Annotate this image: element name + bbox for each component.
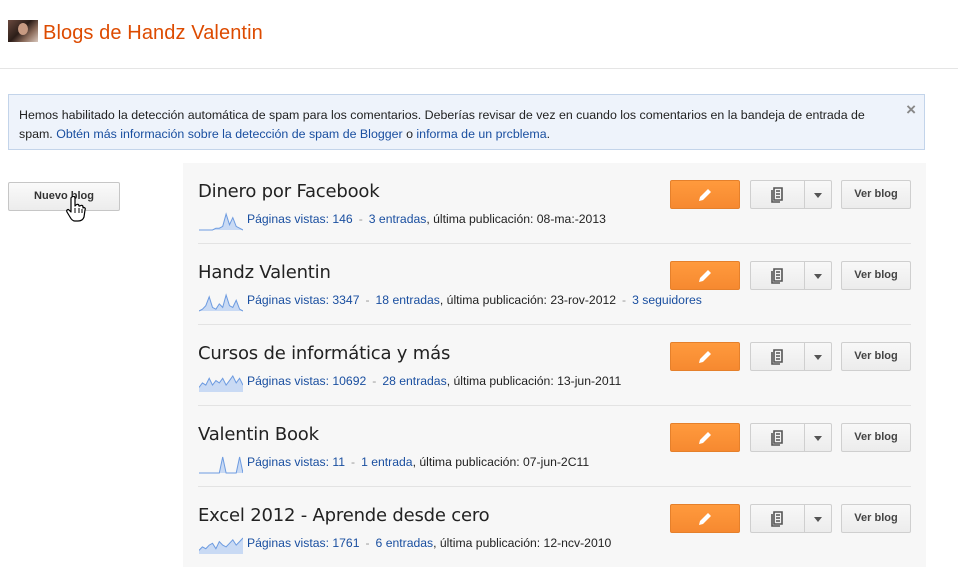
blog-title[interactable]: Excel 2012 - Aprende desde cero xyxy=(198,505,490,526)
posts-list-button[interactable] xyxy=(750,423,805,452)
blog-list: Dinero por Facebook Páginas vistas: 146-… xyxy=(183,163,926,567)
separator: - xyxy=(622,293,627,307)
sparkline-area xyxy=(199,295,243,311)
more-options-dropdown[interactable] xyxy=(804,504,832,533)
followers-link[interactable]: 3 seguidores xyxy=(632,293,702,307)
page-title[interactable]: Blogs de Handz Valentin xyxy=(43,22,263,45)
blog-stats: Páginas vistas: 3347-18 entradas, última… xyxy=(247,293,702,307)
page-header: Blogs de Handz Valentin xyxy=(0,0,958,69)
separator: - xyxy=(351,455,356,469)
sparkline-area xyxy=(199,538,243,554)
view-blog-button[interactable]: Ver blog xyxy=(841,504,911,533)
blog-stats: Páginas vistas: 146-3 entradas, última p… xyxy=(247,212,606,226)
view-blog-button[interactable]: Ver blog xyxy=(841,180,911,209)
spam-info-link[interactable]: Obtén más información sobre la detección… xyxy=(56,127,402,141)
blog-row: Dinero por Facebook Páginas vistas: 146-… xyxy=(198,163,911,244)
pageviews-sparkline xyxy=(199,212,243,231)
blog-row: Excel 2012 - Aprende desde cero Páginas … xyxy=(198,487,911,567)
pageviews-sparkline xyxy=(199,293,243,312)
posts-link[interactable]: 3 entradas xyxy=(369,212,427,226)
pencil-icon xyxy=(699,189,711,201)
pencil-icon xyxy=(699,351,711,363)
pencil-icon xyxy=(699,270,711,282)
pageviews-link[interactable]: Páginas vistas: 3347 xyxy=(247,293,359,307)
posts-list-button[interactable] xyxy=(750,261,805,290)
posts-link[interactable]: 18 entradas xyxy=(376,293,440,307)
spam-notice: Hemos habilitado la detección automática… xyxy=(8,94,925,150)
chevron-down-icon xyxy=(814,517,822,522)
chevron-down-icon xyxy=(814,355,822,360)
blog-title[interactable]: Valentin Book xyxy=(198,424,319,445)
posts-link[interactable]: 28 entradas xyxy=(382,374,446,388)
more-options-dropdown[interactable] xyxy=(804,261,832,290)
blog-title[interactable]: Dinero por Facebook xyxy=(198,181,380,202)
chevron-down-icon xyxy=(814,193,822,198)
chevron-down-icon xyxy=(814,436,822,441)
avatar[interactable] xyxy=(8,20,38,42)
blog-title[interactable]: Cursos de informática y más xyxy=(198,343,450,364)
notice-text-or: o xyxy=(402,127,417,141)
posts-list-button[interactable] xyxy=(750,180,805,209)
posts-list-button[interactable] xyxy=(750,342,805,371)
new-post-button[interactable] xyxy=(670,261,740,290)
more-options-dropdown[interactable] xyxy=(804,423,832,452)
more-options-dropdown[interactable] xyxy=(804,342,832,371)
new-post-button[interactable] xyxy=(670,180,740,209)
chevron-down-icon xyxy=(814,274,822,279)
pageviews-sparkline xyxy=(199,537,243,554)
separator: - xyxy=(372,374,377,388)
pageviews-link[interactable]: Páginas vistas: 146 xyxy=(247,212,353,226)
view-blog-button[interactable]: Ver blog xyxy=(841,342,911,371)
document-icon xyxy=(771,511,783,527)
separator: - xyxy=(358,212,363,226)
document-icon xyxy=(771,349,783,365)
blog-row: Handz Valentin Páginas vistas: 3347-18 e… xyxy=(198,244,911,325)
pageviews-link[interactable]: Páginas vistas: 10692 xyxy=(247,374,366,388)
new-blog-button[interactable]: Nuevo blog xyxy=(8,182,120,211)
last-post-text: , última publicación: 13-jun-2011 xyxy=(446,374,622,388)
last-post-text: , última publicación: 12-ncv-2010 xyxy=(433,536,612,550)
blog-title[interactable]: Handz Valentin xyxy=(198,262,331,283)
sparkline-area xyxy=(199,376,243,392)
blog-stats: Páginas vistas: 1761-6 entradas, última … xyxy=(247,536,611,550)
posts-link[interactable]: 1 entrada xyxy=(361,455,413,469)
last-post-text: , última publicación: 08-ma:-2013 xyxy=(426,212,606,226)
view-blog-button[interactable]: Ver blog xyxy=(841,261,911,290)
posts-link[interactable]: 6 entradas xyxy=(376,536,434,550)
new-post-button[interactable] xyxy=(670,504,740,533)
last-post-text: , última publicación: 07-jun-2C11 xyxy=(412,455,590,469)
document-icon xyxy=(771,430,783,446)
more-options-dropdown[interactable] xyxy=(804,180,832,209)
last-post-text: , última publicación: 23-rov-2012 xyxy=(439,293,617,307)
document-icon xyxy=(771,268,783,284)
hand-cursor-icon xyxy=(66,196,86,222)
view-blog-button[interactable]: Ver blog xyxy=(841,423,911,452)
blog-stats: Páginas vistas: 11-1 entrada, última pub… xyxy=(247,455,589,469)
new-post-button[interactable] xyxy=(670,342,740,371)
pageviews-sparkline xyxy=(199,456,243,474)
posts-list-button[interactable] xyxy=(750,504,805,533)
new-post-button[interactable] xyxy=(670,423,740,452)
separator: - xyxy=(365,293,370,307)
pageviews-link[interactable]: Páginas vistas: 1761 xyxy=(247,536,359,550)
report-problem-link[interactable]: informa de un prcblema xyxy=(416,127,546,141)
pencil-icon xyxy=(699,513,711,525)
blog-row: Cursos de informática y más Páginas vist… xyxy=(198,325,911,406)
notice-text-end: . xyxy=(546,127,551,141)
close-icon[interactable]: × xyxy=(906,100,916,119)
pencil-icon xyxy=(699,432,711,444)
document-icon xyxy=(771,187,783,203)
pageviews-sparkline xyxy=(199,375,243,392)
pageviews-link[interactable]: Páginas vistas: 11 xyxy=(247,455,345,469)
blog-stats: Páginas vistas: 10692-28 entradas, últim… xyxy=(247,374,621,388)
separator: - xyxy=(365,536,370,550)
blog-row: Valentin Book Páginas vistas: 11-1 entra… xyxy=(198,406,911,487)
